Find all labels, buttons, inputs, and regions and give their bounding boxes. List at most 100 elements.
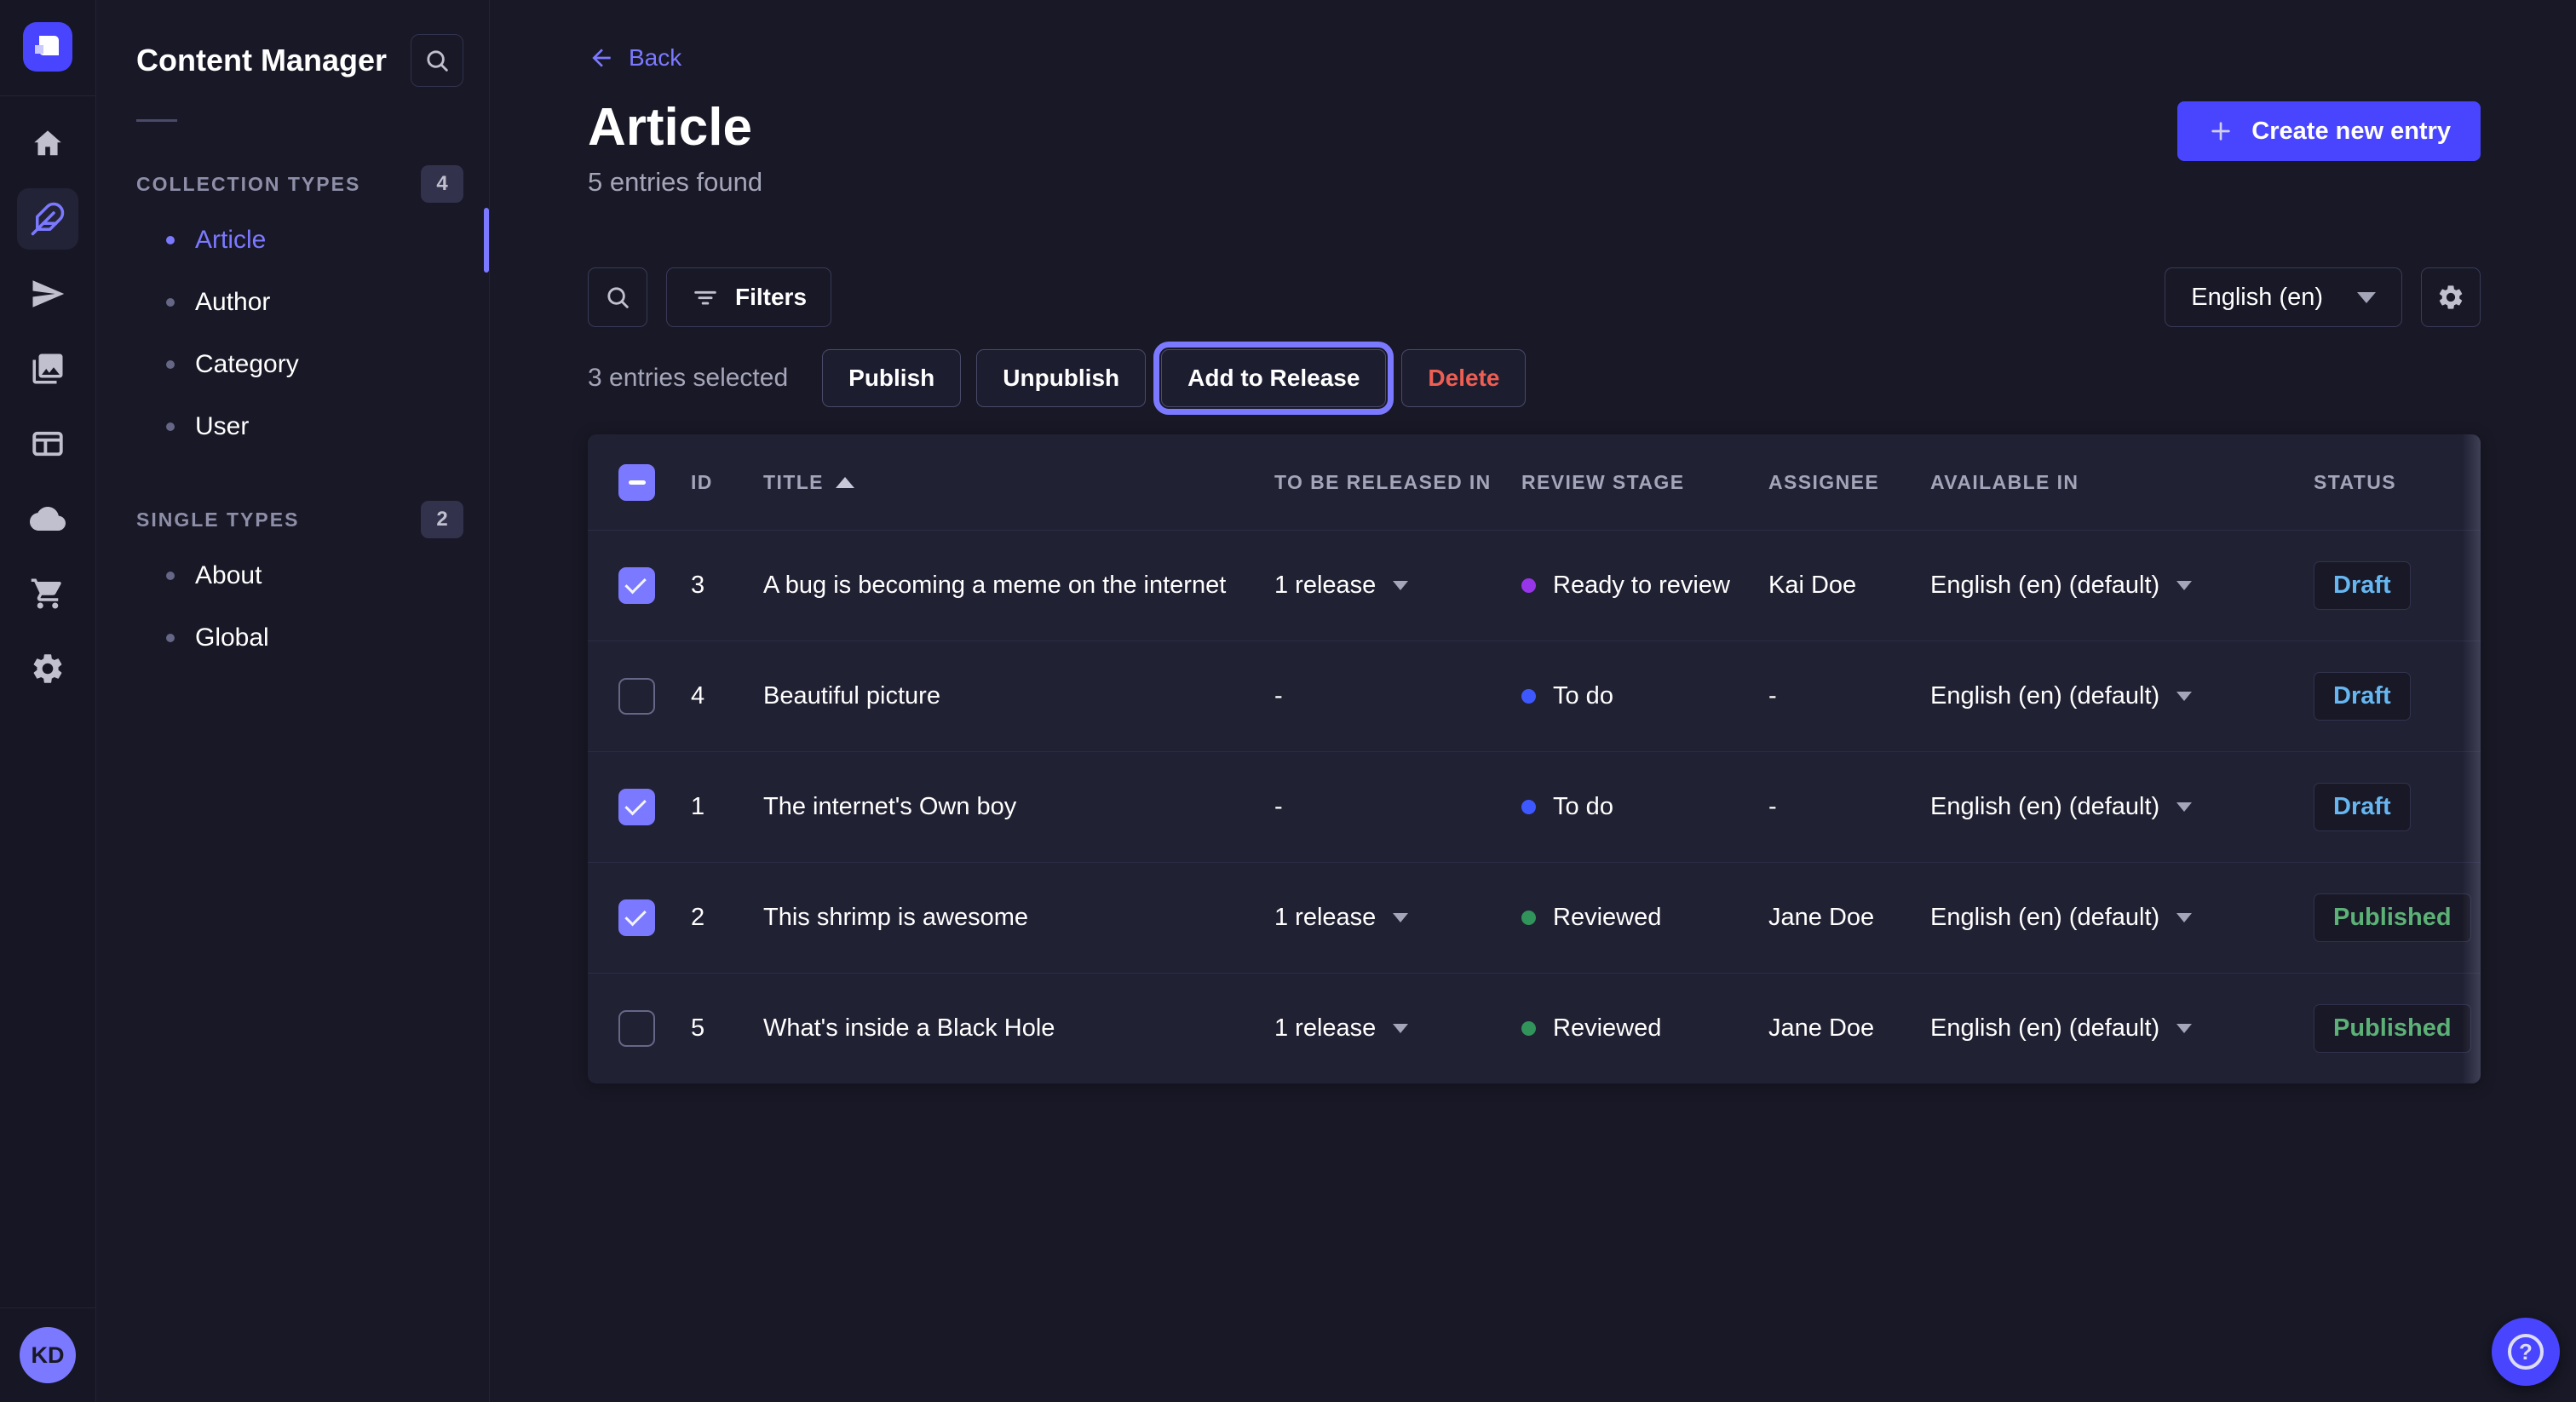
row-checkbox[interactable]: [618, 789, 655, 825]
chevron-down-icon: [1393, 581, 1408, 590]
cell-id: 3: [691, 572, 763, 600]
row-checkbox[interactable]: [618, 899, 655, 936]
search-icon: [423, 46, 451, 75]
row-checkbox[interactable]: [618, 678, 655, 715]
locale-dropdown[interactable]: English (en) (default): [1930, 682, 2314, 710]
locale-dropdown[interactable]: English (en) (default): [1930, 1014, 2314, 1043]
filters-button[interactable]: Filters: [666, 267, 831, 327]
column-label: ID: [691, 471, 713, 494]
stage-dot: [1521, 578, 1536, 593]
cell-id: 4: [691, 682, 763, 710]
strapi-logo-icon[interactable]: [23, 22, 72, 72]
column-header-status[interactable]: STATUS: [2314, 471, 2450, 494]
chevron-down-icon: [2357, 292, 2376, 303]
releases-icon[interactable]: [17, 263, 78, 325]
sidebar-title: Content Manager: [136, 43, 387, 78]
table-row[interactable]: 5 What's inside a Black Hole 1 release R…: [588, 973, 2481, 1083]
sidebar-item-about[interactable]: About: [96, 544, 489, 606]
sidebar-item-category[interactable]: Category: [96, 333, 489, 395]
content-search-button[interactable]: [411, 34, 463, 87]
chevron-down-icon: [2176, 913, 2192, 922]
sidebar-item-article[interactable]: Article: [96, 209, 489, 271]
column-header-review-stage[interactable]: REVIEW STAGE: [1521, 471, 1768, 494]
rail-nav: [17, 113, 78, 699]
locale-dropdown[interactable]: English (en) (default): [1930, 572, 2314, 600]
row-checkbox[interactable]: [618, 567, 655, 604]
locale-select[interactable]: English (en): [2165, 267, 2402, 327]
add-to-release-button[interactable]: Add to Release: [1161, 349, 1386, 407]
column-label: STATUS: [2314, 471, 2396, 494]
locale-dropdown[interactable]: English (en) (default): [1930, 793, 2314, 821]
help-button[interactable]: ?: [2492, 1318, 2560, 1386]
content-type-builder-icon[interactable]: [17, 413, 78, 474]
chevron-down-icon: [2176, 802, 2192, 812]
media-library-icon[interactable]: [17, 338, 78, 399]
create-new-entry-button[interactable]: Create new entry: [2177, 101, 2481, 161]
release-dropdown[interactable]: 1 release: [1274, 572, 1521, 600]
column-header-to-be-released-in[interactable]: TO BE RELEASED IN: [1274, 471, 1521, 494]
cell-assignee: -: [1768, 793, 1930, 821]
content-manager-sidebar: Content Manager COLLECTION TYPES4Article…: [96, 0, 490, 1402]
table-row[interactable]: 2 This shrimp is awesome 1 release Revie…: [588, 862, 2481, 973]
locale-value: English (en) (default): [1930, 1014, 2159, 1043]
section-count-badge: 4: [421, 165, 463, 203]
stage-dot: [1521, 689, 1536, 704]
release-dropdown[interactable]: 1 release: [1274, 1014, 1521, 1043]
marketplace-icon[interactable]: [17, 563, 78, 624]
row-checkbox[interactable]: [618, 1010, 655, 1047]
bullet-icon: [166, 572, 175, 580]
sidebar-item-user[interactable]: User: [96, 395, 489, 457]
cell-review-stage: Ready to review: [1521, 572, 1768, 600]
column-header-id[interactable]: ID: [691, 471, 763, 494]
back-link[interactable]: Back: [588, 44, 681, 72]
status-badge: Draft: [2314, 561, 2411, 610]
sort-ascending-icon: [836, 477, 854, 488]
filters-label: Filters: [735, 284, 807, 311]
create-new-entry-label: Create new entry: [2251, 118, 2451, 146]
sidebar-item-global[interactable]: Global: [96, 606, 489, 669]
column-header-available-in[interactable]: AVAILABLE IN: [1930, 471, 2314, 494]
release-dropdown[interactable]: 1 release: [1274, 904, 1521, 932]
page-title: Article: [588, 100, 762, 155]
column-label: TITLE: [763, 471, 824, 494]
stage-dot: [1521, 911, 1536, 925]
release-dropdown: -: [1274, 682, 1521, 710]
table-row[interactable]: 4 Beautiful picture - To do - English (e…: [588, 641, 2481, 751]
delete-button[interactable]: Delete: [1401, 349, 1526, 407]
column-header-assignee[interactable]: ASSIGNEE: [1768, 471, 1930, 494]
sidebar-item-author[interactable]: Author: [96, 271, 489, 333]
publish-button[interactable]: Publish: [822, 349, 961, 407]
locale-value: English (en) (default): [1930, 682, 2159, 710]
home-icon[interactable]: [17, 113, 78, 175]
chevron-down-icon: [2176, 1024, 2192, 1033]
bullet-icon: [166, 360, 175, 369]
cell-review-stage: To do: [1521, 682, 1768, 710]
column-label: AVAILABLE IN: [1930, 471, 2079, 494]
column-header-title[interactable]: TITLE: [763, 471, 1274, 494]
release-value: 1 release: [1274, 904, 1376, 932]
cell-id: 5: [691, 1014, 763, 1043]
user-avatar[interactable]: KD: [20, 1327, 76, 1383]
locale-dropdown[interactable]: English (en) (default): [1930, 904, 2314, 932]
sidebar-sections: COLLECTION TYPES4ArticleAuthorCategoryUs…: [96, 159, 489, 669]
select-all-checkbox[interactable]: [618, 464, 655, 501]
bullet-icon: [166, 236, 175, 244]
cell-title: What's inside a Black Hole: [763, 1014, 1274, 1043]
search-button[interactable]: [588, 267, 647, 327]
table-row[interactable]: 3 A bug is becoming a meme on the intern…: [588, 530, 2481, 641]
settings-icon[interactable]: [17, 638, 78, 699]
unpublish-button[interactable]: Unpublish: [976, 349, 1146, 407]
cell-assignee: Jane Doe: [1768, 1014, 1930, 1043]
content-manager-icon[interactable]: [17, 188, 78, 250]
cell-title: Beautiful picture: [763, 682, 1274, 710]
cell-review-stage: To do: [1521, 793, 1768, 821]
release-value: -: [1274, 682, 1283, 710]
cell-title: A bug is becoming a meme on the internet: [763, 572, 1274, 600]
cloud-icon[interactable]: [17, 488, 78, 549]
stage-dot: [1521, 1021, 1536, 1036]
table-row[interactable]: 1 The internet's Own boy - To do - Engli…: [588, 751, 2481, 862]
column-label: REVIEW STAGE: [1521, 471, 1684, 494]
view-settings-button[interactable]: [2421, 267, 2481, 327]
cell-review-stage: Reviewed: [1521, 1014, 1768, 1043]
chevron-down-icon: [2176, 692, 2192, 701]
